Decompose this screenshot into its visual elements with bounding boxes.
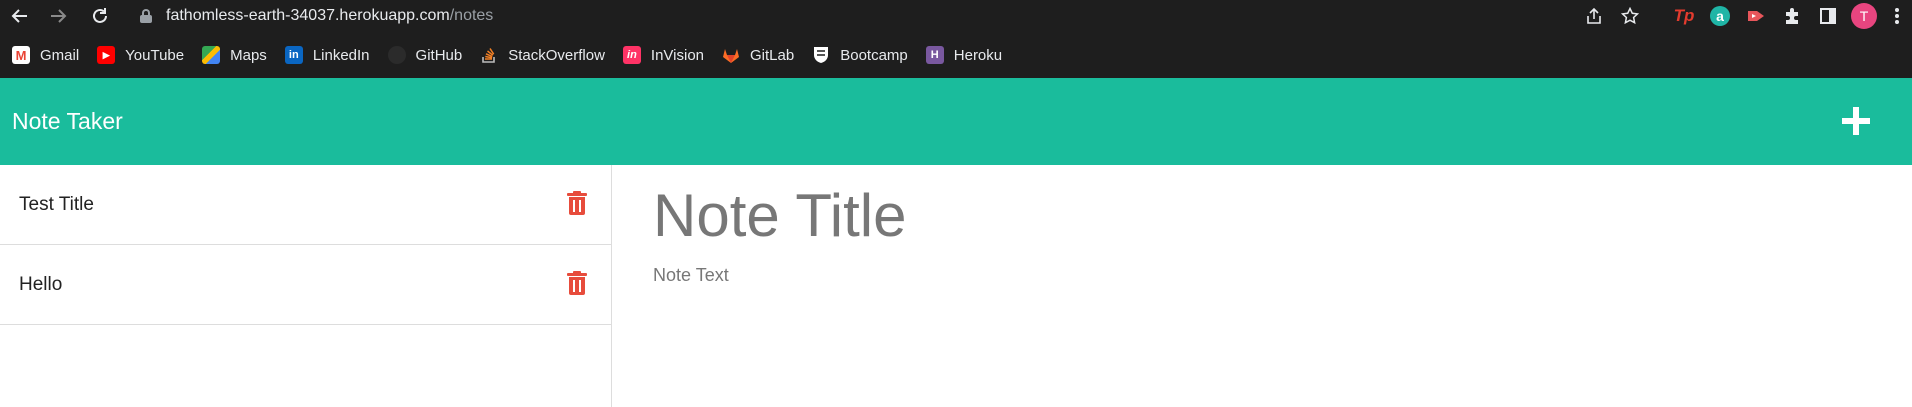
app-navbar: Note Taker bbox=[0, 78, 1912, 165]
bootcamp-shield-icon bbox=[812, 46, 830, 64]
stackoverflow-icon bbox=[480, 46, 498, 64]
tp-extension-icon[interactable]: Tp bbox=[1666, 0, 1702, 32]
trash-icon[interactable] bbox=[567, 191, 587, 215]
arrow-right-icon bbox=[51, 9, 67, 23]
note-list-item-title: Hello bbox=[19, 273, 63, 295]
bookmark-gitlab[interactable]: GitLab bbox=[720, 40, 802, 70]
browser-actions: Tp a T bbox=[1576, 0, 1912, 32]
back-button[interactable] bbox=[6, 2, 34, 30]
screencast-extension-icon[interactable] bbox=[1738, 0, 1774, 32]
bookmark-github[interactable]: GitHub bbox=[386, 40, 471, 70]
trash-icon[interactable] bbox=[567, 271, 587, 295]
arrow-left-icon bbox=[11, 9, 27, 23]
note-list-item[interactable]: Test Title bbox=[0, 165, 611, 245]
notes-list: Test Title Hello bbox=[0, 165, 612, 407]
share-icon[interactable] bbox=[1576, 0, 1612, 32]
note-title-input[interactable] bbox=[653, 175, 1853, 255]
gitlab-icon bbox=[722, 46, 740, 64]
note-editor bbox=[613, 165, 1912, 407]
reload-icon bbox=[93, 8, 107, 23]
bookmarks-bar: M Gmail ▶ YouTube Maps in LinkedIn GitHu… bbox=[0, 32, 1912, 78]
bookmark-heroku[interactable]: H Heroku bbox=[924, 40, 1010, 70]
side-panel-icon[interactable] bbox=[1810, 0, 1846, 32]
a-extension-icon[interactable]: a bbox=[1702, 0, 1738, 32]
note-text-textarea[interactable] bbox=[653, 265, 1853, 385]
note-list-item[interactable]: Hello bbox=[0, 245, 611, 325]
bookmark-youtube[interactable]: ▶ YouTube bbox=[95, 40, 192, 70]
gmail-icon: M bbox=[12, 46, 30, 64]
new-note-plus-icon[interactable] bbox=[1838, 104, 1874, 140]
forward-button[interactable] bbox=[44, 2, 72, 30]
app-title[interactable]: Note Taker bbox=[12, 108, 123, 135]
bookmark-gmail[interactable]: M Gmail bbox=[10, 40, 87, 70]
bookmark-star-icon[interactable] bbox=[1612, 0, 1648, 32]
maps-icon bbox=[202, 46, 221, 64]
puzzle-extensions-icon[interactable] bbox=[1774, 0, 1810, 32]
profile-avatar[interactable]: T bbox=[1846, 0, 1882, 32]
url-text[interactable]: fathomless-earth-34037.herokuapp.com/not… bbox=[166, 7, 493, 25]
lock-icon[interactable] bbox=[140, 9, 152, 23]
linkedin-icon: in bbox=[284, 46, 303, 64]
heroku-icon: H bbox=[925, 46, 944, 64]
bookmark-stackoverflow[interactable]: StackOverflow bbox=[478, 40, 613, 70]
note-list-item-title: Test Title bbox=[19, 193, 94, 215]
address-bar[interactable]: fathomless-earth-34037.herokuapp.com/not… bbox=[128, 2, 1618, 30]
bookmark-linkedin[interactable]: in LinkedIn bbox=[283, 40, 378, 70]
invision-icon: in bbox=[622, 46, 641, 64]
github-icon bbox=[387, 46, 406, 64]
youtube-icon: ▶ bbox=[97, 46, 116, 64]
bookmark-invision[interactable]: in InVision bbox=[621, 40, 712, 70]
menu-dots-icon[interactable] bbox=[1882, 0, 1912, 32]
bookmark-bootcamp[interactable]: Bootcamp bbox=[810, 40, 916, 70]
bookmark-maps[interactable]: Maps bbox=[200, 40, 275, 70]
browser-toolbar: fathomless-earth-34037.herokuapp.com/not… bbox=[0, 0, 1912, 32]
reload-button[interactable] bbox=[86, 2, 114, 30]
